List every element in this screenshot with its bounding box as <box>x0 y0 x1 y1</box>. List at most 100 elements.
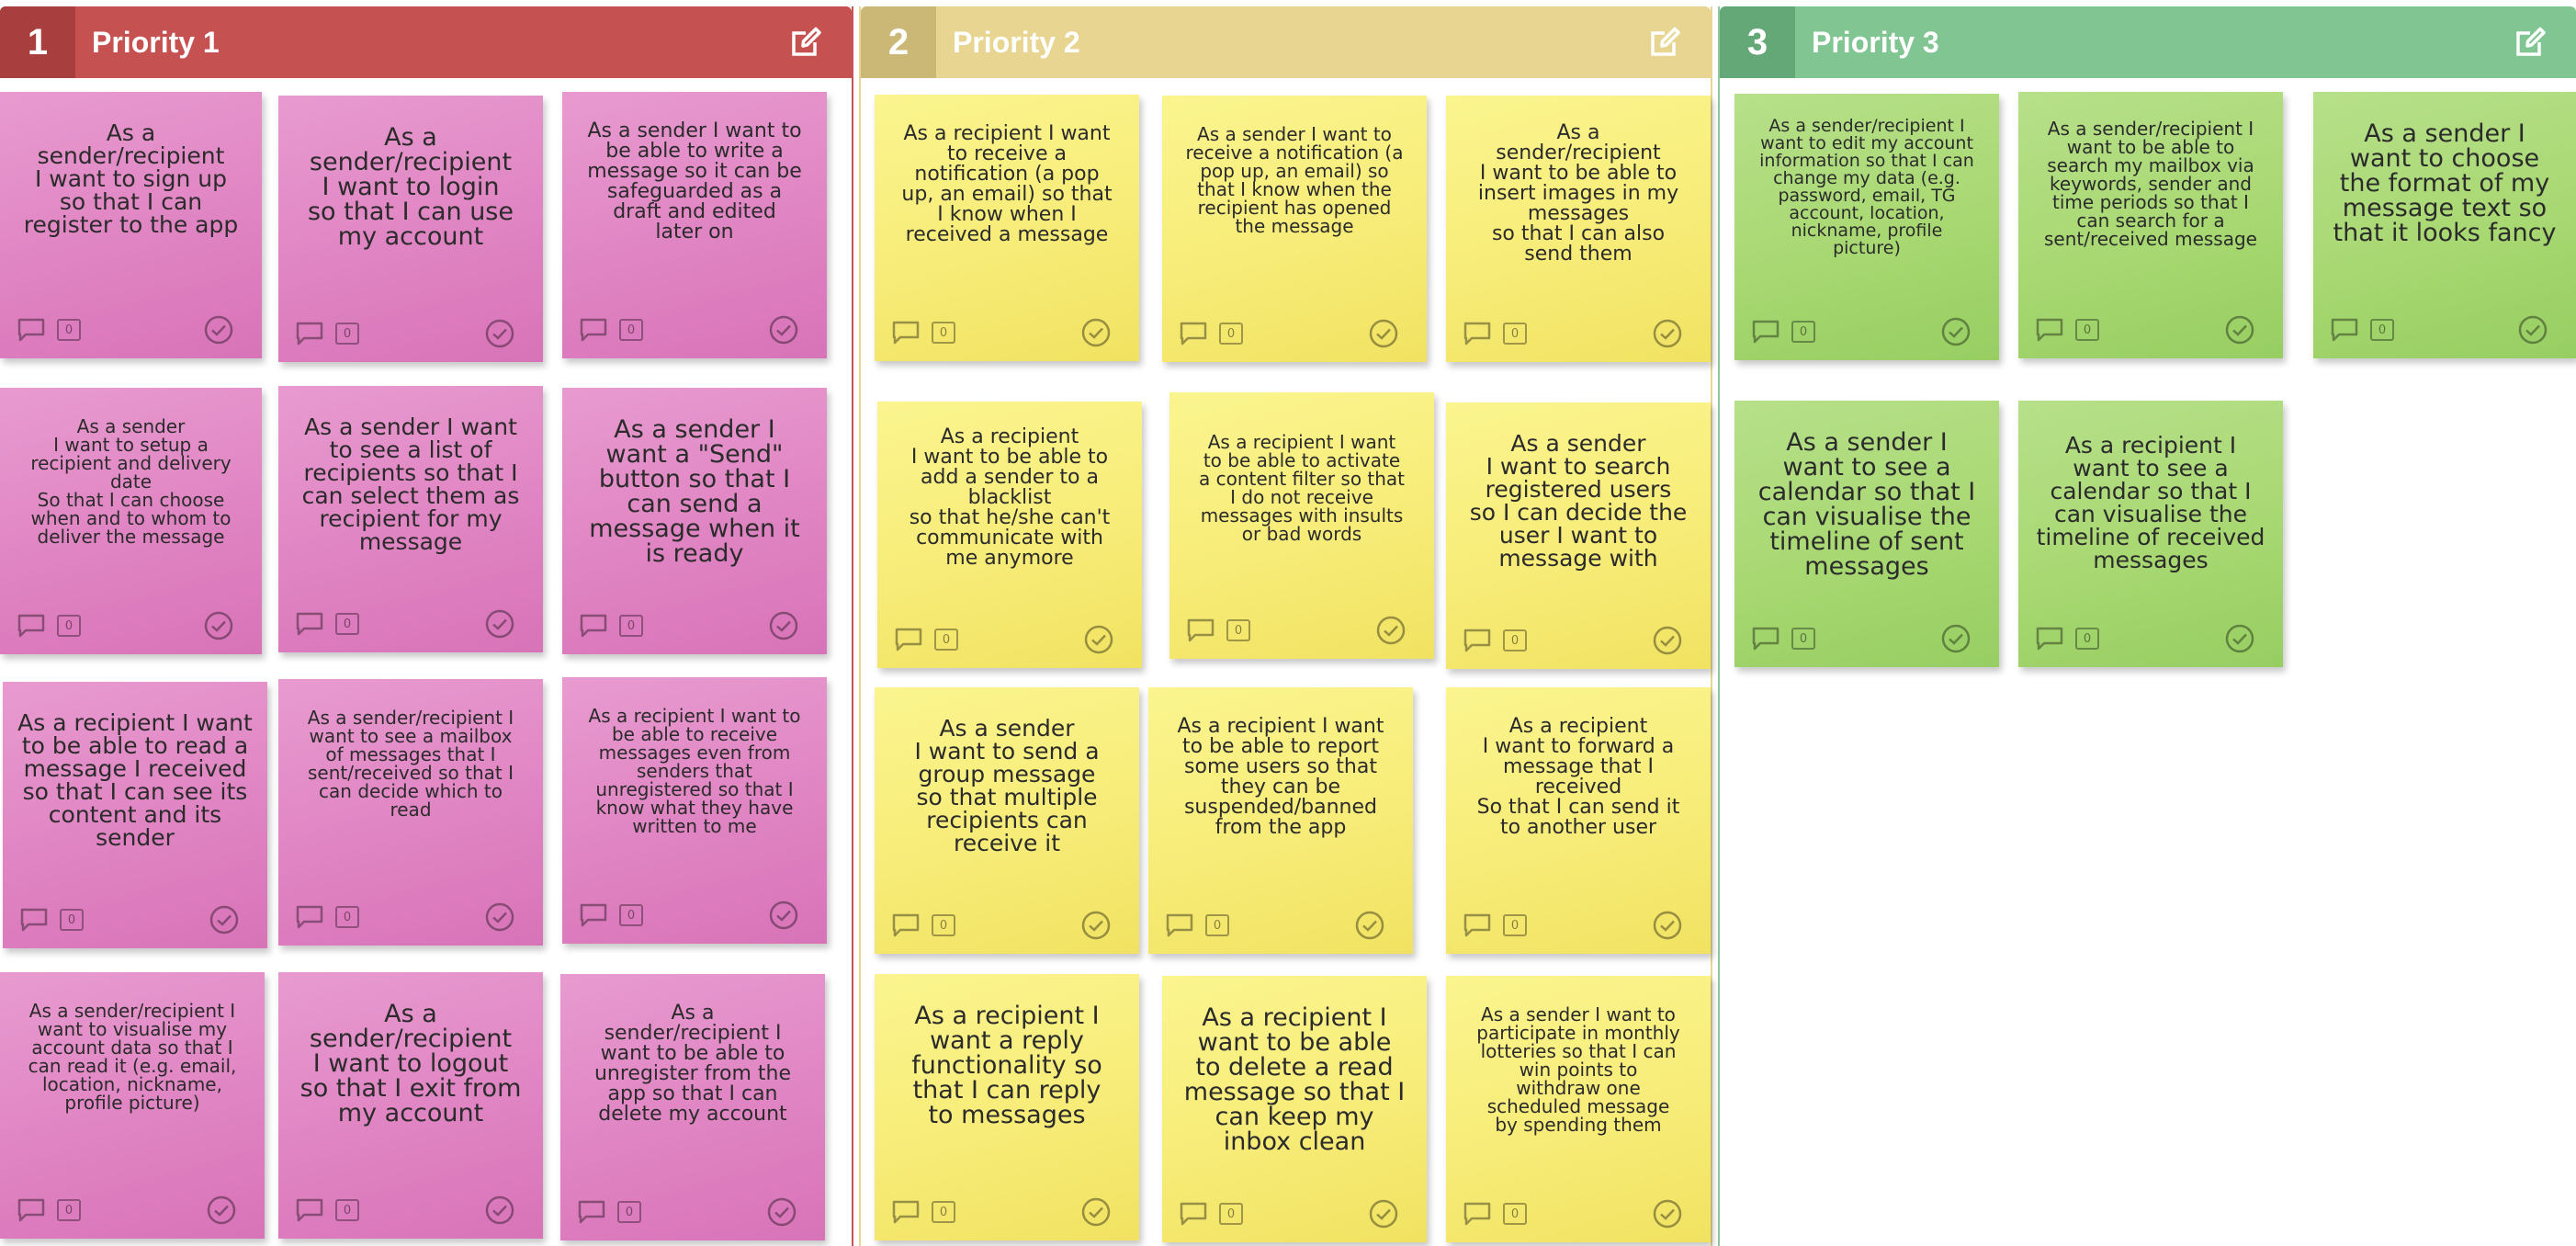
comment-icon[interactable] <box>891 1199 921 1225</box>
note-text: As a recipient I want to be able to rece… <box>588 705 801 837</box>
check-icon[interactable] <box>2224 623 2255 654</box>
check-icon[interactable] <box>209 904 240 935</box>
sticky-note[interactable]: As a recipient I want to see a calendar … <box>2018 401 2283 667</box>
check-icon[interactable] <box>1652 910 1683 941</box>
sticky-note[interactable]: As a sender/recipient I want to sign up … <box>0 92 262 358</box>
sticky-note[interactable]: As a sender I want to be able to write a… <box>562 92 827 358</box>
check-icon[interactable] <box>1940 316 1972 347</box>
check-icon[interactable] <box>206 1195 237 1226</box>
comment-icon[interactable] <box>894 627 923 652</box>
sticky-note[interactable]: As a recipient I want to be able to add … <box>877 402 1142 668</box>
comment-icon[interactable] <box>891 320 921 345</box>
check-icon[interactable] <box>2517 314 2548 345</box>
check-icon[interactable] <box>1652 1198 1683 1229</box>
comment-icon[interactable] <box>891 912 921 938</box>
sticky-note[interactable]: As a sender/recipient I want to visualis… <box>0 972 265 1239</box>
comment-icon[interactable] <box>1751 319 1780 345</box>
sticky-note[interactable]: As a sender/recipient I want to be able … <box>2018 92 2283 358</box>
sticky-note[interactable]: As a recipient I want a reply functional… <box>875 974 1139 1240</box>
comment-icon[interactable] <box>17 613 46 639</box>
sticky-note[interactable]: As a sender I want to see a list of reci… <box>278 386 543 652</box>
check-icon[interactable] <box>1080 317 1112 348</box>
comment-icon[interactable] <box>1463 321 1492 346</box>
edit-icon[interactable] <box>1639 17 1690 68</box>
check-icon[interactable] <box>1080 910 1112 941</box>
comment-icon[interactable] <box>295 904 324 930</box>
sticky-note[interactable]: As a recipient I want to forward a messa… <box>1446 687 1711 954</box>
check-icon[interactable] <box>768 314 799 345</box>
check-icon[interactable] <box>1652 625 1683 656</box>
sticky-note[interactable]: As a recipient I want to be able to read… <box>3 682 267 948</box>
comment-icon[interactable] <box>2330 317 2359 343</box>
note-footer: 0 <box>1463 910 1694 941</box>
sticky-note[interactable]: As a sender/recipient I want to logout s… <box>278 972 543 1239</box>
comment-icon[interactable] <box>295 611 324 637</box>
comment-icon[interactable] <box>1751 626 1780 651</box>
check-icon[interactable] <box>484 901 515 933</box>
sticky-note[interactable]: As a sender/recipient I want to be able … <box>560 974 825 1240</box>
note-text: As a recipient I want to be able to add … <box>909 425 1111 570</box>
comment-icon[interactable] <box>2035 317 2064 343</box>
note-text: As a sender I want to setup a recipient … <box>30 415 232 548</box>
sticky-note[interactable]: As a sender I want a "Send" button so th… <box>562 388 827 654</box>
comment-icon[interactable] <box>1463 912 1492 938</box>
sticky-note[interactable]: As a sender/recipient I want to see a ma… <box>278 679 543 946</box>
sticky-note[interactable]: As a sender I want to setup a recipient … <box>0 388 262 654</box>
check-icon[interactable] <box>766 1196 797 1228</box>
check-icon[interactable] <box>1652 318 1683 349</box>
comment-icon[interactable] <box>295 1197 324 1223</box>
sticky-note[interactable]: As a sender I want to participate in mon… <box>1446 976 1711 1242</box>
note-text: As a sender I want to be able to write a… <box>587 119 802 244</box>
sticky-note[interactable]: As a sender/recipient I want to edit my … <box>1734 94 1999 360</box>
comment-icon[interactable] <box>17 317 46 343</box>
sticky-note[interactable]: As a recipient I want to be able to repo… <box>1148 687 1413 954</box>
comment-icon[interactable] <box>579 613 608 639</box>
comment-icon[interactable] <box>1179 321 1208 346</box>
check-icon[interactable] <box>1375 615 1407 646</box>
note-text: As a recipient I want to see a calendar … <box>2036 432 2265 573</box>
comment-icon[interactable] <box>1165 912 1194 938</box>
sticky-note[interactable]: As a sender I want to receive a notifica… <box>1162 96 1427 362</box>
comment-icon[interactable] <box>17 1197 46 1223</box>
sticky-note[interactable]: As a recipient I want to be able to dele… <box>1162 976 1427 1242</box>
note-footer: 0 <box>17 314 245 345</box>
check-icon[interactable] <box>203 610 234 641</box>
comment-icon[interactable] <box>295 321 324 346</box>
comment-icon[interactable] <box>19 907 49 933</box>
comment-icon[interactable] <box>2035 626 2064 651</box>
check-icon[interactable] <box>1940 623 1972 654</box>
sticky-note[interactable]: As a sender I want to search registered … <box>1446 402 1711 669</box>
edit-icon[interactable] <box>780 17 831 68</box>
check-icon[interactable] <box>1368 318 1399 349</box>
check-icon[interactable] <box>768 610 799 641</box>
edit-icon[interactable] <box>2504 17 2556 68</box>
note-footer: 0 <box>891 910 1123 941</box>
check-icon[interactable] <box>484 318 515 349</box>
comment-icon[interactable] <box>1463 628 1492 653</box>
sticky-note[interactable]: As a recipient I want to receive a notif… <box>875 95 1139 361</box>
check-icon[interactable] <box>1080 1196 1112 1228</box>
comment-icon[interactable] <box>579 317 608 343</box>
sticky-note[interactable]: As a sender/recipient I want to login so… <box>278 96 543 362</box>
comment-icon[interactable] <box>1179 1201 1208 1227</box>
check-icon[interactable] <box>2224 314 2255 345</box>
check-icon[interactable] <box>484 1195 515 1226</box>
sticky-note[interactable]: As a sender/recipient I want to be able … <box>1446 96 1711 362</box>
comment-icon[interactable] <box>577 1199 606 1225</box>
sticky-note[interactable]: As a sender I want to choose the format … <box>2313 92 2576 358</box>
check-icon[interactable] <box>484 608 515 640</box>
check-icon[interactable] <box>1368 1198 1399 1229</box>
check-icon[interactable] <box>1083 624 1114 655</box>
sticky-note[interactable]: As a recipient I want to be able to acti… <box>1169 392 1434 659</box>
comment-icon[interactable] <box>1463 1201 1492 1227</box>
comment-count: 0 <box>1226 619 1250 641</box>
check-icon[interactable] <box>768 900 799 931</box>
check-icon[interactable] <box>203 314 234 345</box>
sticky-note[interactable]: As a sender I want to send a group messa… <box>875 687 1139 954</box>
sticky-note[interactable]: As a sender I want to see a calendar so … <box>1734 401 1999 667</box>
sticky-note[interactable]: As a recipient I want to be able to rece… <box>562 677 827 944</box>
check-icon[interactable] <box>1354 910 1385 941</box>
comment-icon[interactable] <box>579 902 608 928</box>
comment-icon[interactable] <box>1186 617 1215 643</box>
note-footer: 0 <box>579 610 810 641</box>
